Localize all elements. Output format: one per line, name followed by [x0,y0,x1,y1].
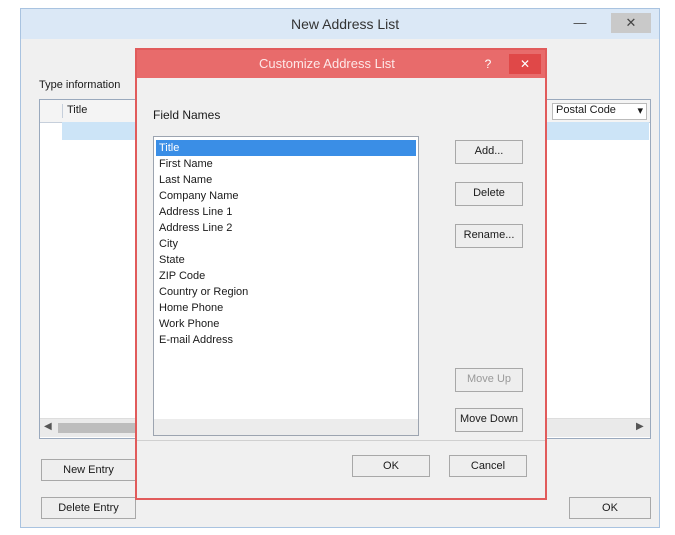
window-title: New Address List [291,16,400,32]
field-list-item[interactable]: Work Phone [156,316,416,332]
field-list-item[interactable]: State [156,252,416,268]
new-entry-button[interactable]: New Entry [41,459,136,481]
window-ok-button[interactable]: OK [569,497,651,519]
field-list-item[interactable]: Country or Region [156,284,416,300]
field-names-list[interactable]: Title First Name Last Name Company Name Addr… [153,136,419,436]
scroll-left-icon[interactable]: ◀ [44,421,52,432]
minimize-button[interactable]: — [566,13,594,33]
field-list-item[interactable]: First Name [156,156,416,172]
add-field-button[interactable]: Add... [455,140,523,164]
move-up-button[interactable]: Move Up [455,368,523,392]
field-list-item[interactable]: Home Phone [156,300,416,316]
field-list-item[interactable]: Last Name [156,172,416,188]
field-list-item[interactable]: ZIP Code [156,268,416,284]
dialog-cancel-button[interactable]: Cancel [449,455,527,477]
field-list-item[interactable]: E-mail Address [156,332,416,348]
delete-entry-button[interactable]: Delete Entry [41,497,136,519]
scrollbar-thumb[interactable] [58,423,138,433]
column-header-postal-code[interactable]: Postal Code ▾ [552,103,647,120]
field-list-item[interactable]: Company Name [156,188,416,204]
customize-address-list-dialog: Customize Address List ? ✕ Field Names T… [135,48,547,500]
dialog-title-bar: Customize Address List ? ✕ [137,50,545,78]
field-list-item[interactable]: Title [156,140,416,156]
window-title-bar: New Address List — ✕ [21,9,659,39]
rename-field-button[interactable]: Rename... [455,224,523,248]
field-names-label: Field Names [153,108,221,122]
field-list-item[interactable]: City [156,236,416,252]
dialog-close-button[interactable]: ✕ [509,54,541,74]
list-horizontal-scrollbar[interactable] [154,419,418,435]
help-icon[interactable]: ? [475,54,501,74]
dialog-divider [137,440,545,441]
type-information-label: Type information [39,79,121,91]
delete-field-button[interactable]: Delete [455,182,523,206]
window-close-button[interactable]: ✕ [611,13,651,33]
field-list-item[interactable]: Address Line 1 [156,204,416,220]
dialog-ok-button[interactable]: OK [352,455,430,477]
scroll-right-icon[interactable]: ▶ [636,421,644,432]
dialog-title: Customize Address List [259,56,395,71]
column-header-postal-label: Postal Code [556,104,616,116]
field-list-item[interactable]: Address Line 2 [156,220,416,236]
move-down-button[interactable]: Move Down [455,408,523,432]
chevron-down-icon[interactable]: ▾ [637,104,643,117]
